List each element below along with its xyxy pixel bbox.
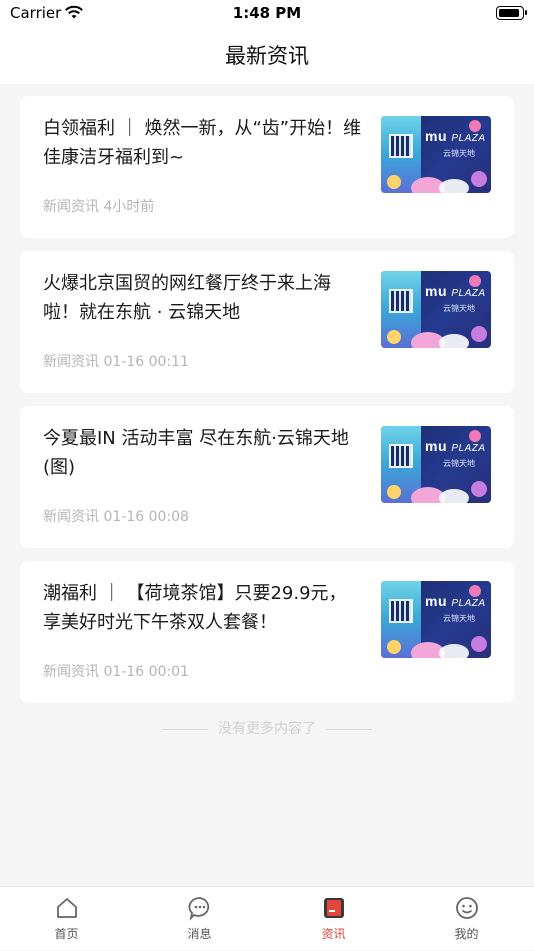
divider xyxy=(326,728,373,730)
news-time: 4小时前 xyxy=(103,199,155,215)
end-of-list-note: 没有更多内容了 xyxy=(0,718,534,738)
news-thumbnail: mu PLAZA 云锦天地 xyxy=(381,271,491,348)
qr-code-icon xyxy=(389,444,413,468)
news-meta: 新闻资讯 4小时前 xyxy=(43,196,154,216)
qr-code-icon xyxy=(389,599,413,623)
navigation-bar: 最新资讯 xyxy=(0,28,534,84)
tab-profile[interactable]: 我的 xyxy=(400,887,533,951)
profile-icon xyxy=(454,895,480,921)
divider xyxy=(161,728,208,730)
news-time: 01-16 00:01 xyxy=(103,664,189,680)
battery-icon xyxy=(496,6,527,20)
status-time: 1:48 PM xyxy=(232,4,302,22)
news-card[interactable]: 潮福利 ｜ 【荷境茶馆】只要29.9元，享美好时光下午茶双人套餐！ 新闻资讯 0… xyxy=(20,561,514,703)
tab-messages[interactable]: 消息 xyxy=(133,887,266,951)
tab-label: 首页 xyxy=(54,927,79,941)
tab-label: 我的 xyxy=(454,927,479,941)
news-thumbnail: mu PLAZA 云锦天地 xyxy=(381,581,491,658)
news-title: 今夏最IN 活动丰富 尽在东航·云锦天地(图) xyxy=(43,428,349,478)
qr-code-icon xyxy=(389,289,413,313)
message-icon xyxy=(187,895,213,921)
status-bar: Carrier 1:48 PM xyxy=(0,0,534,28)
brand-subtitle: 云锦天地 xyxy=(443,614,475,623)
news-title: 白领福利 ｜ 焕然一新，从“齿”开始！维佳康洁牙福利到~ xyxy=(43,118,362,168)
home-icon xyxy=(54,895,80,921)
news-category: 新闻资讯 xyxy=(43,199,99,215)
news-meta: 新闻资讯 01-16 00:01 xyxy=(43,661,189,681)
news-card[interactable]: 今夏最IN 活动丰富 尽在东航·云锦天地(图) 新闻资讯 01-16 00:08… xyxy=(20,406,514,548)
news-list: 白领福利 ｜ 焕然一新，从“齿”开始！维佳康洁牙福利到~ 新闻资讯 4小时前 m… xyxy=(0,84,534,886)
tab-home[interactable]: 首页 xyxy=(0,887,133,951)
news-meta: 新闻资讯 01-16 00:08 xyxy=(43,506,189,526)
news-icon xyxy=(321,895,347,921)
news-thumbnail: mu PLAZA 云锦天地 xyxy=(381,116,491,193)
news-category: 新闻资讯 xyxy=(43,354,99,370)
news-time: 01-16 00:08 xyxy=(103,509,189,525)
news-thumbnail: mu PLAZA 云锦天地 xyxy=(381,426,491,503)
tab-label: 消息 xyxy=(187,927,212,941)
news-card[interactable]: 火爆北京国贸的网红餐厅终于来上海啦！就在东航 · 云锦天地 新闻资讯 01-16… xyxy=(20,251,514,393)
tab-label: 资讯 xyxy=(321,927,346,941)
tab-news[interactable]: 资讯 xyxy=(267,887,400,951)
end-of-list-text: 没有更多内容了 xyxy=(218,721,316,737)
news-category: 新闻资讯 xyxy=(43,509,99,525)
news-time: 01-16 00:11 xyxy=(103,354,189,370)
news-card[interactable]: 白领福利 ｜ 焕然一新，从“齿”开始！维佳康洁牙福利到~ 新闻资讯 4小时前 m… xyxy=(20,96,514,238)
news-meta: 新闻资讯 01-16 00:11 xyxy=(43,351,189,371)
brand-subtitle: 云锦天地 xyxy=(443,304,475,313)
qr-code-icon xyxy=(389,134,413,158)
news-title: 潮福利 ｜ 【荷境茶馆】只要29.9元，享美好时光下午茶双人套餐！ xyxy=(43,583,347,633)
tab-bar: 首页 消息 资讯 我的 xyxy=(0,886,534,950)
brand-subtitle: 云锦天地 xyxy=(443,459,475,468)
page-title: 最新资讯 xyxy=(225,44,309,68)
brand-subtitle: 云锦天地 xyxy=(443,149,475,158)
news-category: 新闻资讯 xyxy=(43,664,99,680)
news-title: 火爆北京国贸的网红餐厅终于来上海啦！就在东航 · 云锦天地 xyxy=(43,273,331,323)
